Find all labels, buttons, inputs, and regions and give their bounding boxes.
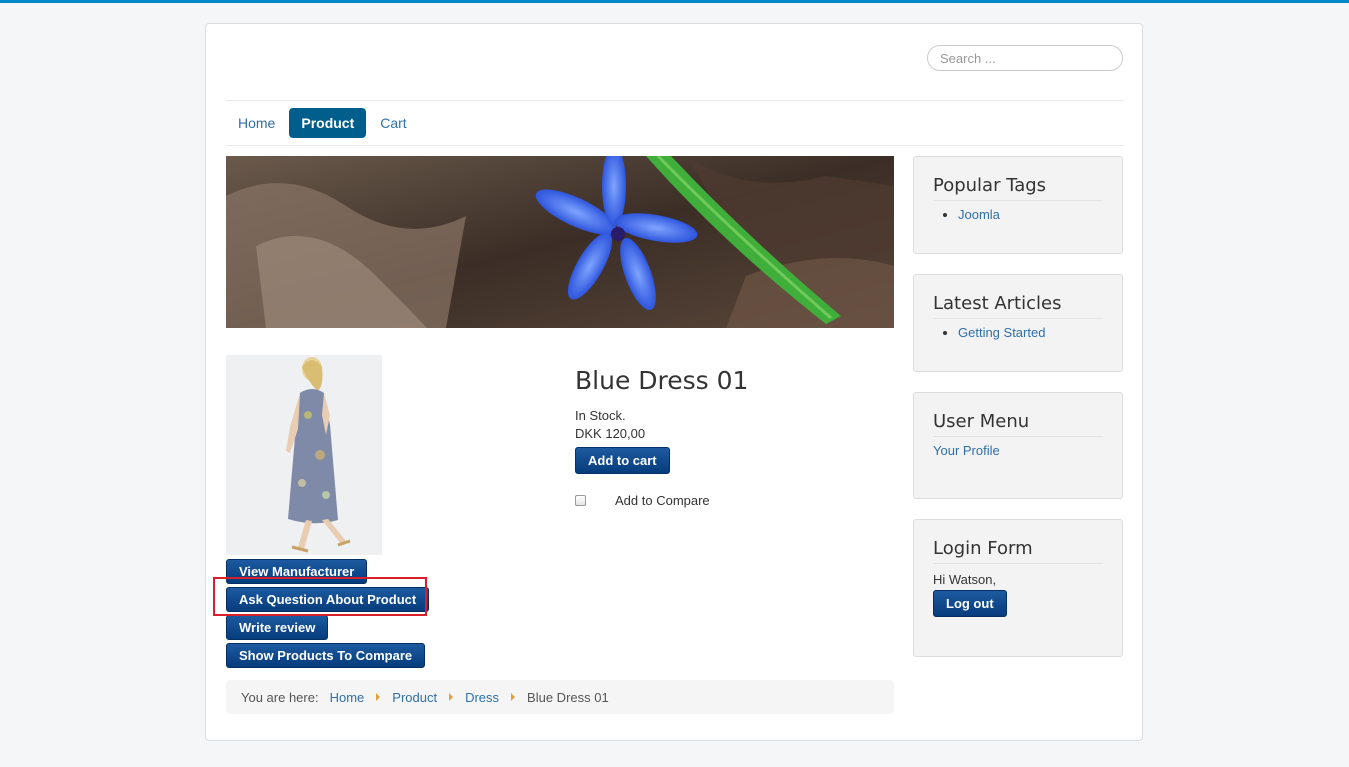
login-greeting: Hi Watson,	[933, 572, 997, 587]
your-profile-link[interactable]: Your Profile	[933, 443, 1103, 458]
popular-tags-module: Popular Tags Joomla	[913, 156, 1123, 254]
breadcrumb-link-product[interactable]: Product	[392, 690, 437, 705]
list-item: Joomla	[958, 207, 1103, 222]
latest-articles-module: Latest Articles Getting Started	[913, 274, 1123, 372]
search-input[interactable]	[927, 45, 1123, 71]
compare-checkbox[interactable]	[575, 495, 586, 506]
article-link-getting-started[interactable]: Getting Started	[958, 325, 1045, 340]
breadcrumb-prefix: You are here:	[241, 689, 319, 705]
tag-list: Joomla	[933, 207, 1103, 222]
breadcrumb-current: Blue Dress 01	[527, 689, 609, 705]
module-title: Latest Articles	[933, 293, 1103, 319]
article-list: Getting Started	[933, 325, 1103, 340]
nav-item-product[interactable]: Product	[289, 108, 367, 138]
write-review-button[interactable]: Write review	[226, 615, 329, 640]
breadcrumb: You are here: Home Product Dress Blue Dr…	[226, 680, 894, 714]
highlight-box	[213, 577, 427, 616]
product-image	[226, 355, 382, 555]
tag-link-joomla[interactable]: Joomla	[958, 207, 1000, 222]
module-title: Login Form	[933, 538, 1103, 564]
nav-divider	[226, 145, 1124, 146]
user-menu-module: User Menu Your Profile	[913, 392, 1123, 499]
add-to-cart-button[interactable]: Add to cart	[575, 447, 670, 474]
module-title: User Menu	[933, 411, 1103, 437]
compare-label: Add to Compare	[615, 493, 710, 508]
breadcrumb-link-home[interactable]: Home	[330, 690, 365, 705]
product-price: DKK 120,00	[575, 426, 646, 441]
breadcrumb-link-dress[interactable]: Dress	[465, 690, 499, 705]
logout-button[interactable]: Log out	[933, 590, 1007, 617]
main-nav: Home Product Cart	[226, 108, 421, 138]
nav-item-home[interactable]: Home	[226, 108, 287, 138]
header-divider	[226, 100, 1124, 101]
banner-image	[226, 156, 894, 328]
breadcrumb-separator-icon	[376, 693, 381, 701]
show-compare-button[interactable]: Show Products To Compare	[226, 643, 426, 668]
breadcrumb-separator-icon	[511, 693, 516, 701]
page-container: Home Product Cart	[205, 23, 1143, 741]
stock-status: In Stock.	[575, 408, 626, 423]
nav-item-cart[interactable]: Cart	[368, 108, 418, 138]
module-title: Popular Tags	[933, 175, 1103, 201]
list-item: Getting Started	[958, 325, 1103, 340]
breadcrumb-separator-icon	[449, 693, 454, 701]
login-form-module: Login Form Hi Watson, Log out	[913, 519, 1123, 657]
product-title: Blue Dress 01	[575, 366, 749, 395]
